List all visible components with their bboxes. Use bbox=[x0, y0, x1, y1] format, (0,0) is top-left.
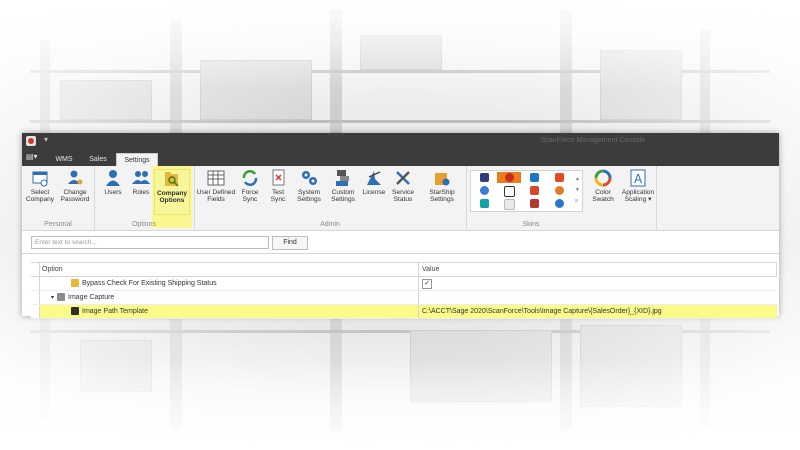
company-options-button[interactable]: Company Options bbox=[154, 169, 190, 215]
gears-icon bbox=[300, 169, 318, 187]
row-label-text: Image Capture bbox=[68, 294, 115, 301]
search-input[interactable]: Enter text to search... bbox=[31, 236, 269, 249]
find-button[interactable]: Find bbox=[272, 236, 308, 250]
test-document-icon bbox=[269, 169, 287, 187]
skin-gallery[interactable]: ▲ ▼ ≡ bbox=[470, 170, 583, 212]
skin-option[interactable] bbox=[522, 185, 546, 196]
search-bar: Enter text to search... Find bbox=[22, 231, 779, 254]
group-personal: Select Company Change Password Personal bbox=[22, 166, 95, 230]
title-bar: ▾ ScanForce Management Console bbox=[22, 133, 779, 150]
starship-settings-button[interactable]: StarShip Settings bbox=[424, 169, 460, 213]
roles-button[interactable]: Roles bbox=[124, 169, 158, 213]
collapse-chevron-icon[interactable]: ▾ bbox=[51, 295, 54, 301]
skin-option[interactable] bbox=[497, 198, 521, 210]
skin-option[interactable] bbox=[547, 198, 571, 209]
skin-option-selected[interactable] bbox=[497, 172, 521, 183]
option-column-header[interactable]: Option bbox=[39, 263, 63, 276]
user-key-icon bbox=[66, 169, 84, 187]
grid-header: Option Value bbox=[31, 262, 777, 277]
bypass-check-checkbox[interactable]: ✓ bbox=[422, 279, 432, 289]
group-label-admin: Admin bbox=[320, 221, 340, 228]
ribbon-tab-bar: ▤▾ WMS Sales Settings bbox=[22, 150, 779, 167]
user-defined-fields-button[interactable]: User Defined Fields bbox=[196, 169, 236, 213]
custom-settings-button[interactable]: Custom Settings bbox=[326, 169, 360, 213]
color-swatch-button[interactable]: Color Swatch bbox=[588, 169, 618, 213]
group-label-options: Options bbox=[131, 221, 157, 228]
tools-icon bbox=[394, 169, 412, 187]
starship-icon bbox=[433, 169, 451, 187]
font-scale-icon: A bbox=[629, 169, 647, 187]
app-window: ▾ ScanForce Management Console ▤▾ WMS Sa… bbox=[22, 133, 779, 319]
row-label-text: Bypass Check For Existing Shipping Statu… bbox=[82, 280, 217, 287]
column-divider bbox=[418, 277, 419, 290]
sync-icon bbox=[241, 169, 259, 187]
skin-option[interactable] bbox=[522, 172, 546, 183]
group-options: Users Roles Company Options Options bbox=[94, 166, 195, 230]
change-password-button[interactable]: Change Password bbox=[58, 169, 92, 213]
skin-option[interactable] bbox=[472, 172, 496, 183]
folder-icon bbox=[57, 293, 66, 302]
indent-column bbox=[31, 277, 40, 290]
skin-option[interactable] bbox=[497, 185, 521, 197]
skin-option[interactable] bbox=[472, 185, 496, 196]
skin-option[interactable] bbox=[547, 172, 571, 183]
app-menu-icon[interactable]: ▤▾ bbox=[26, 152, 40, 163]
value-column-header[interactable]: Value bbox=[419, 263, 439, 276]
license-button[interactable]: License bbox=[360, 169, 388, 213]
table-row[interactable]: ▾ Image Capture bbox=[31, 291, 777, 305]
color-wheel-icon bbox=[594, 169, 612, 187]
row-label: Bypass Check For Existing Shipping Statu… bbox=[71, 277, 217, 290]
image-path-value[interactable]: C:\ACCT\Sage 2020\ScanForce\Tools\Image … bbox=[422, 305, 662, 318]
column-divider bbox=[418, 291, 419, 304]
table-row-selected[interactable]: Image Path Template C:\ACCT\Sage 2020\Sc… bbox=[31, 305, 777, 319]
test-sync-button[interactable]: Test Sync bbox=[264, 169, 292, 213]
system-settings-button[interactable]: System Settings bbox=[292, 169, 326, 213]
users-icon bbox=[104, 169, 122, 187]
group-label-personal: Personal bbox=[44, 221, 72, 228]
company-options-icon bbox=[163, 170, 181, 188]
group-admin: User Defined Fields Force Sync Test Sync… bbox=[194, 166, 467, 230]
table-icon bbox=[207, 169, 225, 187]
row-label: Image Path Template bbox=[71, 305, 148, 318]
tab-sales[interactable]: Sales bbox=[82, 153, 114, 166]
tab-wms[interactable]: WMS bbox=[48, 153, 80, 166]
row-label: ▾ Image Capture bbox=[51, 291, 114, 304]
select-company-button[interactable]: Select Company bbox=[23, 169, 57, 213]
option-icon bbox=[71, 279, 79, 288]
options-grid: Option Value Bypass Check For Existing S… bbox=[31, 262, 777, 319]
force-sync-button[interactable]: Force Sync bbox=[236, 169, 264, 213]
row-label-text: Image Path Template bbox=[82, 308, 149, 315]
svg-text:A: A bbox=[634, 172, 643, 186]
application-scaling-button[interactable]: A Application Scaling ▾ bbox=[620, 169, 656, 213]
skin-gallery-scroll-icon[interactable]: ▲ ▼ ≡ bbox=[575, 174, 580, 207]
ribbon: Select Company Change Password Personal … bbox=[22, 166, 779, 231]
indent-column bbox=[31, 291, 40, 304]
skin-option[interactable] bbox=[522, 198, 546, 209]
custom-settings-icon bbox=[334, 169, 352, 187]
service-status-button[interactable]: Service Status bbox=[388, 169, 418, 213]
group-label-skins: Skins bbox=[522, 221, 540, 228]
skin-option[interactable] bbox=[472, 198, 496, 209]
window-title: ScanForce Management Console bbox=[540, 137, 645, 144]
table-row[interactable]: Bypass Check For Existing Shipping Statu… bbox=[31, 277, 777, 291]
skin-option[interactable] bbox=[547, 185, 571, 196]
select-company-icon bbox=[31, 169, 49, 187]
tab-settings[interactable]: Settings bbox=[116, 153, 158, 167]
column-divider bbox=[418, 305, 419, 318]
group-skins: ▲ ▼ ≡ Color Swatch A Application Scaling ▾… bbox=[466, 166, 657, 230]
license-pen-icon bbox=[365, 169, 383, 187]
indent-column bbox=[31, 305, 40, 318]
roles-icon bbox=[132, 169, 150, 187]
edit-icon bbox=[71, 307, 79, 316]
